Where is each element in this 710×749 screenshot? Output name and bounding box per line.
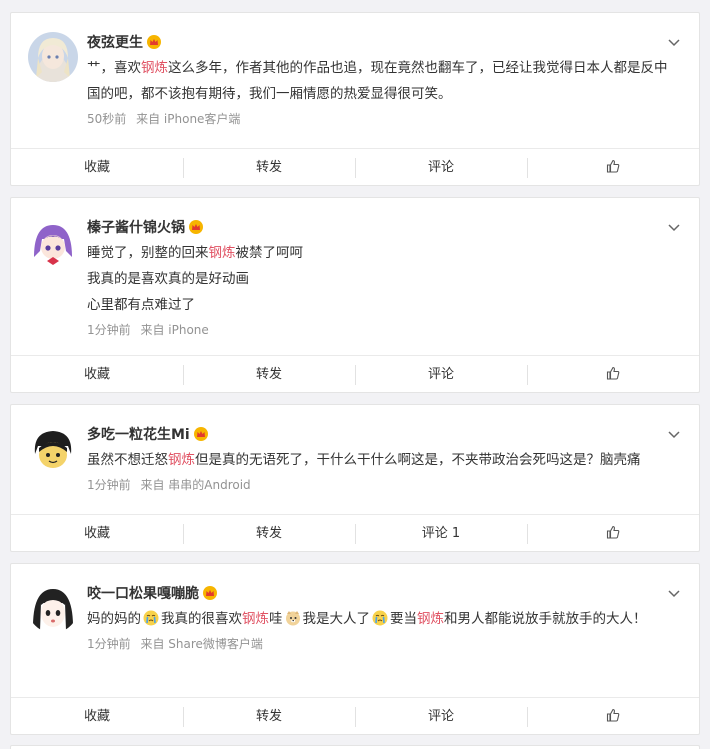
text-segment: 睡觉了，别整的回来	[87, 245, 209, 261]
username[interactable]: 榛子酱什锦火锅	[87, 217, 185, 237]
avatar[interactable]	[28, 217, 78, 267]
timestamp[interactable]: 1分钟前	[87, 323, 131, 337]
chevron-down-icon[interactable]	[667, 586, 681, 600]
vip-crown-icon	[193, 427, 208, 441]
comment-text: 虽然不想迁怒钢炼但是真的无语死了，干什么干什么啊这是，不夹带政治会死吗这是？脑壳…	[87, 447, 675, 473]
chevron-down-icon[interactable]	[667, 220, 681, 234]
comment-text: 艹，喜欢钢炼这么多年，作者其他的作品也追，现在竟然也翻车了，已经让我觉得日本人都…	[87, 55, 675, 107]
comment-button[interactable]: 评论	[355, 698, 527, 734]
text-segment: 艹，喜欢	[87, 60, 141, 76]
comment-line: 心里都有点难过了	[87, 292, 675, 318]
comment-button[interactable]: 评论	[355, 356, 527, 392]
collect-button[interactable]: 收藏	[11, 515, 183, 551]
comment-text: 睡觉了，别整的回来钢炼被禁了呵呵我真的是喜欢真的是好动画 心里都有点难过了	[87, 240, 675, 318]
chevron-down-icon[interactable]	[667, 427, 681, 441]
comment-line: 睡觉了，别整的回来钢炼被禁了呵呵	[87, 240, 675, 266]
comment-card: 咬一口松果嘎嘣脆 妈的妈的 我真的很喜欢钢炼哇 我是大人了 要当钢炼和男人都能说放手就…	[10, 563, 700, 735]
text-segment: 被禁了呵呵	[235, 245, 304, 261]
like-button[interactable]	[527, 149, 699, 185]
comment-card: 多吃一粒花生Mi 虽然不想迁怒钢炼但是真的无语死了，干什么干什么啊这是，不夹带政…	[10, 404, 700, 552]
keyword-highlight[interactable]: 钢炼	[417, 611, 444, 627]
source: 来自 串串的Android	[140, 478, 251, 492]
thumbs-up-icon	[606, 366, 620, 380]
text-segment: 妈的妈的	[87, 611, 141, 627]
comment-button[interactable]: 评论 1	[355, 515, 527, 551]
timestamp[interactable]: 1分钟前	[87, 478, 131, 492]
collect-button[interactable]: 收藏	[11, 356, 183, 392]
chevron-down-icon[interactable]	[667, 35, 681, 49]
comment-button[interactable]: 评论	[355, 149, 527, 185]
vip-crown-icon	[189, 220, 203, 234]
repost-button[interactable]: 转发	[183, 149, 355, 185]
comment-text: 妈的妈的 我真的很喜欢钢炼哇 我是大人了 要当钢炼和男人都能说放手就放手的大人！	[87, 606, 675, 632]
vip-crown-icon	[147, 35, 161, 49]
text-segment: 心里都有点难过了	[87, 297, 195, 313]
comment-line: 我真的是喜欢真的是好动画	[87, 266, 675, 292]
repost-button[interactable]: 转发	[183, 356, 355, 392]
avatar[interactable]	[28, 424, 78, 474]
text-segment: 要当	[390, 611, 417, 627]
text-segment: 但是真的无语死了，干什么干什么啊这是，不夹带政治会死吗这是？脑壳痛	[195, 452, 641, 468]
collect-button[interactable]: 收藏	[11, 698, 183, 734]
timestamp[interactable]: 50秒前	[87, 112, 126, 126]
source: 来自 iPhone客户端	[136, 112, 241, 126]
text-segment: 我真的是喜欢真的是好动画	[87, 271, 249, 287]
source: 来自 iPhone	[140, 323, 209, 337]
text-segment: 和男人都能说放手就放手的大人！	[444, 611, 647, 627]
vip-crown-icon	[203, 586, 217, 600]
doge-emoji	[285, 610, 301, 626]
keyword-highlight[interactable]: 钢炼	[242, 611, 269, 627]
comment-card: 榛子酱什锦火锅 睡觉了，别整的回来钢炼被禁了呵呵我真的是喜欢真的是好动画 心里都有…	[10, 197, 700, 393]
thumbs-up-icon	[606, 525, 620, 539]
timestamp[interactable]: 1分钟前	[87, 637, 131, 651]
crying-face-emoji	[143, 610, 159, 626]
text-segment: 这么多年，作者其他的作品也追，现在竟然也翻车了，已经让我觉得日本人都是反中国的吧…	[87, 60, 668, 102]
repost-button[interactable]: 转发	[183, 698, 355, 734]
avatar[interactable]	[28, 32, 78, 82]
username[interactable]: 夜弦更生	[87, 32, 143, 52]
username[interactable]: 多吃一粒花生Mi	[87, 424, 190, 444]
keyword-highlight[interactable]: 钢炼	[141, 60, 168, 76]
text-segment: 我真的很喜欢	[161, 611, 242, 627]
collect-button[interactable]: 收藏	[11, 149, 183, 185]
username[interactable]: 咬一口松果嘎嘣脆	[87, 583, 199, 603]
like-button[interactable]	[527, 698, 699, 734]
text-segment: 我是大人了	[302, 611, 371, 627]
thumbs-up-icon	[606, 708, 620, 722]
comment-card: 夜弦更生 艹，喜欢钢炼这么多年，作者其他的作品也追，现在竟然也翻车了，已经让我觉…	[10, 12, 700, 186]
text-segment: 虽然不想迁怒	[87, 452, 168, 468]
avatar[interactable]	[28, 583, 78, 633]
repost-button[interactable]: 转发	[183, 515, 355, 551]
crying-face-emoji	[372, 610, 388, 626]
keyword-highlight[interactable]: 钢炼	[209, 245, 236, 261]
keyword-highlight[interactable]: 钢炼	[168, 452, 195, 468]
comment-card-partial	[10, 745, 700, 749]
like-button[interactable]	[527, 515, 699, 551]
source: 来自 Share微博客户端	[140, 637, 263, 651]
text-segment: 哇	[269, 611, 283, 627]
thumbs-up-icon	[606, 159, 620, 173]
like-button[interactable]	[527, 356, 699, 392]
